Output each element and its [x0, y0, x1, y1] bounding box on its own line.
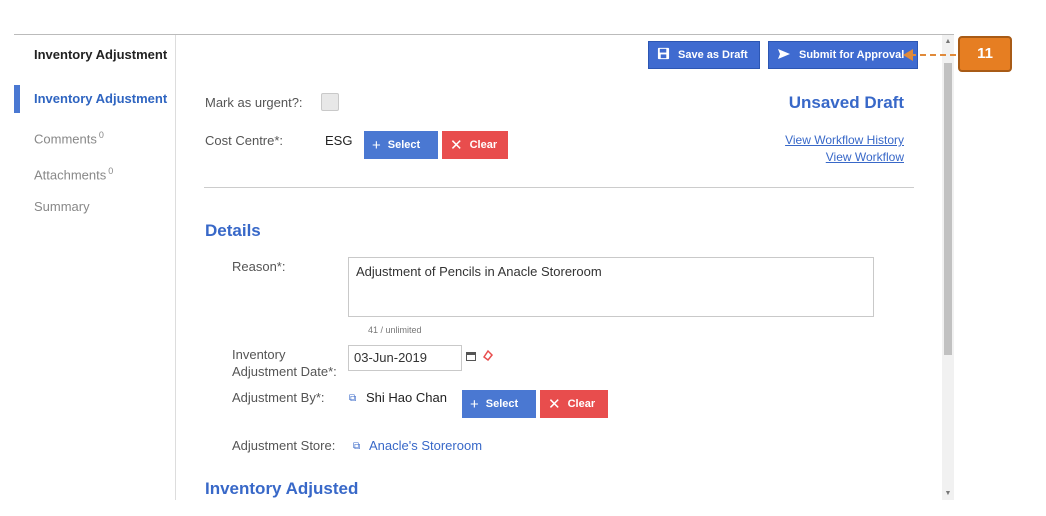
adjustment-by-label: Adjustment By*:	[232, 390, 325, 405]
send-arrow-icon	[777, 48, 791, 63]
attachments-count-badge: 0	[108, 166, 114, 176]
calendar-icon[interactable]	[466, 351, 476, 364]
plus-icon: +	[372, 136, 381, 154]
sidebar-item-summary[interactable]: Summary	[14, 189, 176, 225]
sidebar-item-label: Inventory Adjustment	[34, 91, 168, 106]
adjustment-date-label-line1: Inventory	[232, 347, 286, 362]
reason-textarea[interactable]: Adjustment of Pencils in Anacle Storeroo…	[348, 257, 874, 317]
sidebar-title: Inventory Adjustment	[34, 47, 168, 62]
cost-centre-label: Cost Centre*:	[205, 133, 284, 148]
sidebar-nav: Inventory Adjustment Comments 0 Attachmen…	[14, 81, 176, 225]
adjustment-date-label-line2: Adjustment Date*:	[232, 364, 337, 379]
inventory-adjusted-section-title: Inventory Adjusted	[205, 479, 359, 498]
adjustment-by-clear-button[interactable]: ✕ Clear	[540, 390, 608, 418]
adjustment-store-label: Adjustment Store:	[232, 438, 336, 453]
adjustment-by-value: Shi Hao Chan	[366, 390, 447, 405]
callout-dashed-line	[910, 54, 956, 56]
plus-icon: +	[470, 395, 479, 413]
close-icon: ✕	[450, 137, 463, 154]
submit-for-approval-button[interactable]: Submit for Approval	[768, 41, 918, 69]
urgent-checkbox[interactable]	[321, 93, 339, 111]
open-link-icon[interactable]: ⧉	[349, 393, 356, 404]
draft-status-badge: Unsaved Draft	[788, 93, 904, 112]
open-link-icon[interactable]: ⧉	[353, 441, 360, 452]
view-workflow-history-link[interactable]: View Workflow History	[754, 133, 904, 147]
select-label: Select	[387, 139, 421, 151]
vertical-scrollbar[interactable]: ▲ ▼	[942, 35, 954, 500]
adjustment-date-input[interactable]: 03-Jun-2019	[348, 345, 462, 371]
save-as-draft-label: Save as Draft	[678, 49, 748, 61]
urgent-label: Mark as urgent?:	[205, 95, 303, 110]
adjustment-by-select-button[interactable]: + Select	[462, 390, 536, 418]
close-icon: ✕	[548, 396, 561, 413]
clear-label: Clear	[469, 139, 498, 151]
sidebar: Inventory Adjustment Inventory Adjustmen…	[14, 35, 176, 500]
details-section-title: Details	[205, 221, 261, 240]
sidebar-item-attachments[interactable]: Attachments 0	[14, 153, 176, 189]
cost-centre-value: ESG	[325, 133, 353, 148]
scroll-down-arrow-icon[interactable]: ▼	[944, 489, 952, 499]
sidebar-item-inventory-adjustment[interactable]: Inventory Adjustment	[14, 81, 176, 117]
sidebar-item-label: Comments	[34, 131, 97, 147]
reason-character-counter: 41 / unlimited	[368, 325, 422, 335]
reason-label: Reason*:	[232, 259, 286, 274]
adjustment-store-link[interactable]: Anacle's Storeroom	[369, 438, 482, 453]
sidebar-item-comments[interactable]: Comments 0	[14, 117, 176, 153]
inventory-adjustment-window: Inventory Adjustment Inventory Adjustmen…	[14, 34, 954, 500]
clear-label: Clear	[567, 398, 596, 410]
view-workflow-link[interactable]: View Workflow	[794, 150, 904, 164]
eraser-icon[interactable]	[482, 349, 494, 364]
cost-centre-clear-button[interactable]: ✕ Clear	[442, 131, 508, 159]
floppy-disk-icon	[657, 47, 670, 63]
sidebar-item-label: Summary	[34, 199, 90, 214]
cost-centre-select-button[interactable]: + Select	[364, 131, 438, 159]
select-label: Select	[485, 398, 519, 410]
comments-count-badge: 0	[98, 130, 104, 140]
scroll-up-arrow-icon[interactable]: ▲	[944, 37, 952, 47]
section-divider	[204, 187, 914, 188]
callout-number-badge: 11	[958, 36, 1012, 72]
scrollbar-thumb[interactable]	[944, 63, 952, 355]
submit-for-approval-label: Submit for Approval	[799, 49, 905, 61]
save-as-draft-button[interactable]: Save as Draft	[648, 41, 760, 69]
sidebar-item-label: Attachments	[34, 167, 107, 183]
